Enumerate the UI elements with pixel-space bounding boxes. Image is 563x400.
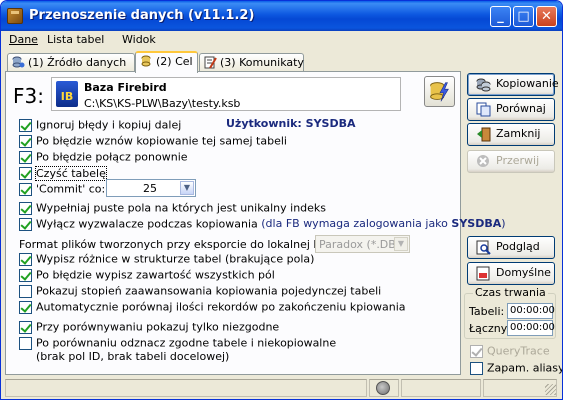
option-auto-compare-counts[interactable]: Automatycznie porównaj ilości rekordów p… [19, 300, 406, 314]
database-path: C:\KS\KS-PLW\Bazy\testy.ksb [84, 97, 241, 110]
option-ignore-errors[interactable]: Ignoruj błędy i kopiuj dalej [19, 118, 181, 132]
checkbox[interactable] [470, 344, 483, 358]
firebird-icon: IB [56, 81, 78, 107]
status-bar [5, 379, 558, 397]
save-aliases-option[interactable]: Zapam. aliasy [470, 361, 562, 375]
notepad-icon [204, 56, 217, 69]
compare-icon [476, 102, 491, 117]
target-panel: F3: IB Baza Firebird C:\KS\KS-PLW\Bazy\t… [5, 71, 506, 375]
close-button[interactable]: ✕ [536, 6, 557, 27]
tab-source[interactable]: (1) Źródło danych [7, 53, 135, 72]
checkbox[interactable] [19, 166, 32, 180]
menu-widok[interactable]: Widok [122, 33, 156, 46]
menu-bar: Dane Lista tabel Widok [1, 31, 562, 49]
database-type: Baza Firebird [84, 81, 167, 94]
copy-button[interactable]: Kopiowanie [467, 73, 559, 96]
chevron-down-icon[interactable]: ▼ [180, 181, 194, 195]
maximize-button[interactable]: □ [513, 6, 534, 27]
preview-icon [476, 240, 491, 255]
option-uncheck-matching[interactable]: Po porównaniu odznacz zgodne tabele i ni… [19, 336, 336, 350]
target-db-icon [141, 55, 151, 67]
user-label: Użytkownik: SYSDBA [226, 117, 356, 130]
tab-target[interactable]: (2) Cel [135, 51, 198, 73]
database-icon [12, 56, 25, 68]
option-dump-fields-on-error[interactable]: Po błędzie wypisz zawartość wszystkich p… [19, 268, 275, 282]
database-info: IB Baza Firebird C:\KS\KS-PLW\Bazy\testy… [51, 77, 401, 111]
defaults-icon [476, 266, 490, 281]
table-time-value: 00:00:00 [507, 303, 555, 319]
option-show-table-progress[interactable]: Pokazuj stopień zaawansowania kopiowania… [19, 284, 381, 298]
minimize-button[interactable]: _ [490, 6, 511, 27]
option-reconnect[interactable]: Po błędzie połącz ponownie [19, 150, 188, 164]
preview-button[interactable]: Podgląd [467, 236, 555, 259]
window-title: Przenoszenie danych (v11.1.2) [29, 8, 255, 23]
option-disable-triggers[interactable]: Wyłącz wyzwalacze podczas kopiowania (dl… [19, 217, 506, 231]
table-time-label: Tabeli: [469, 305, 505, 318]
checkbox[interactable] [19, 134, 32, 148]
checkbox[interactable] [19, 336, 32, 350]
status-panel-2 [401, 379, 481, 397]
checkbox[interactable] [470, 361, 483, 375]
query-trace-option[interactable]: QueryTrace [470, 344, 550, 358]
checkbox[interactable] [19, 217, 32, 231]
total-time-value: 00:00:00 [507, 320, 555, 336]
checkbox[interactable] [19, 320, 32, 334]
abort-button[interactable]: Przerwij [467, 150, 555, 173]
option-clear-table[interactable]: Czyść tabelę [19, 165, 107, 181]
option-fill-empty-fields[interactable]: Wypełniaj puste pola na których jest uni… [19, 201, 326, 215]
resize-grip[interactable] [545, 384, 556, 395]
close-dialog-button[interactable]: Zamknij [467, 123, 555, 146]
trigger-note: (dla FB wymaga zalogowania jako [261, 217, 452, 230]
stop-icon [477, 155, 489, 167]
app-icon [7, 8, 23, 24]
status-led-icon [376, 381, 390, 395]
total-time-label: Łączny: [469, 322, 511, 335]
main-window: Przenoszenie danych (v11.1.2) _ □ ✕ Dane… [0, 0, 563, 400]
checkbox[interactable] [19, 150, 32, 164]
export-format-select: Paradox (*.DB) ▼ [315, 235, 410, 253]
option-uncheck-matching-note: (brak pol ID, brak tabeli docelowej) [36, 350, 230, 363]
lightning-db-icon [430, 82, 449, 102]
commit-value: 25 [143, 182, 157, 195]
checkbox[interactable] [19, 284, 32, 298]
option-commit[interactable]: 'Commit' co: [19, 182, 105, 196]
tab-messages[interactable]: (3) Komunikaty [199, 53, 304, 72]
export-format-value: Paradox (*.DB) [319, 238, 401, 251]
defaults-button[interactable]: Domyślne [467, 262, 555, 285]
option-structure-diff[interactable]: Wypisz różnice w strukturze tabel (braku… [19, 252, 314, 266]
checkbox[interactable] [19, 182, 32, 196]
chevron-down-icon: ▼ [394, 237, 408, 251]
copy-icon [476, 78, 491, 92]
connect-button[interactable] [424, 76, 455, 107]
checkbox[interactable] [19, 118, 32, 132]
trigger-note-end: ) [501, 217, 506, 230]
checkbox[interactable] [19, 201, 32, 215]
checkbox[interactable] [19, 252, 32, 266]
duration-group: Czas trwania Tabeli: 00:00:00 Łączny: 00… [464, 286, 556, 339]
checkbox[interactable] [19, 268, 32, 282]
option-resume-same-table[interactable]: Po błędzie wznów kopiowanie tej samej ta… [19, 134, 287, 148]
menu-lista-tabel[interactable]: Lista tabel [47, 33, 104, 46]
compare-button[interactable]: Porównaj [467, 98, 555, 121]
title-bar[interactable]: Przenoszenie danych (v11.1.2) _ □ ✕ [1, 1, 562, 31]
f3-label: F3: [13, 84, 44, 108]
trigger-note-user: SYSDBA [451, 217, 502, 230]
duration-title: Czas trwania [473, 286, 548, 299]
option-show-mismatched-only[interactable]: Przy porównywaniu pokazuj tylko niezgodn… [19, 320, 279, 334]
exit-icon [477, 127, 491, 142]
menu-dane[interactable]: Dane [9, 33, 38, 46]
status-panel-main [5, 379, 367, 397]
commit-interval-select[interactable]: 25 ▼ [106, 179, 196, 197]
checkbox[interactable] [19, 300, 32, 314]
